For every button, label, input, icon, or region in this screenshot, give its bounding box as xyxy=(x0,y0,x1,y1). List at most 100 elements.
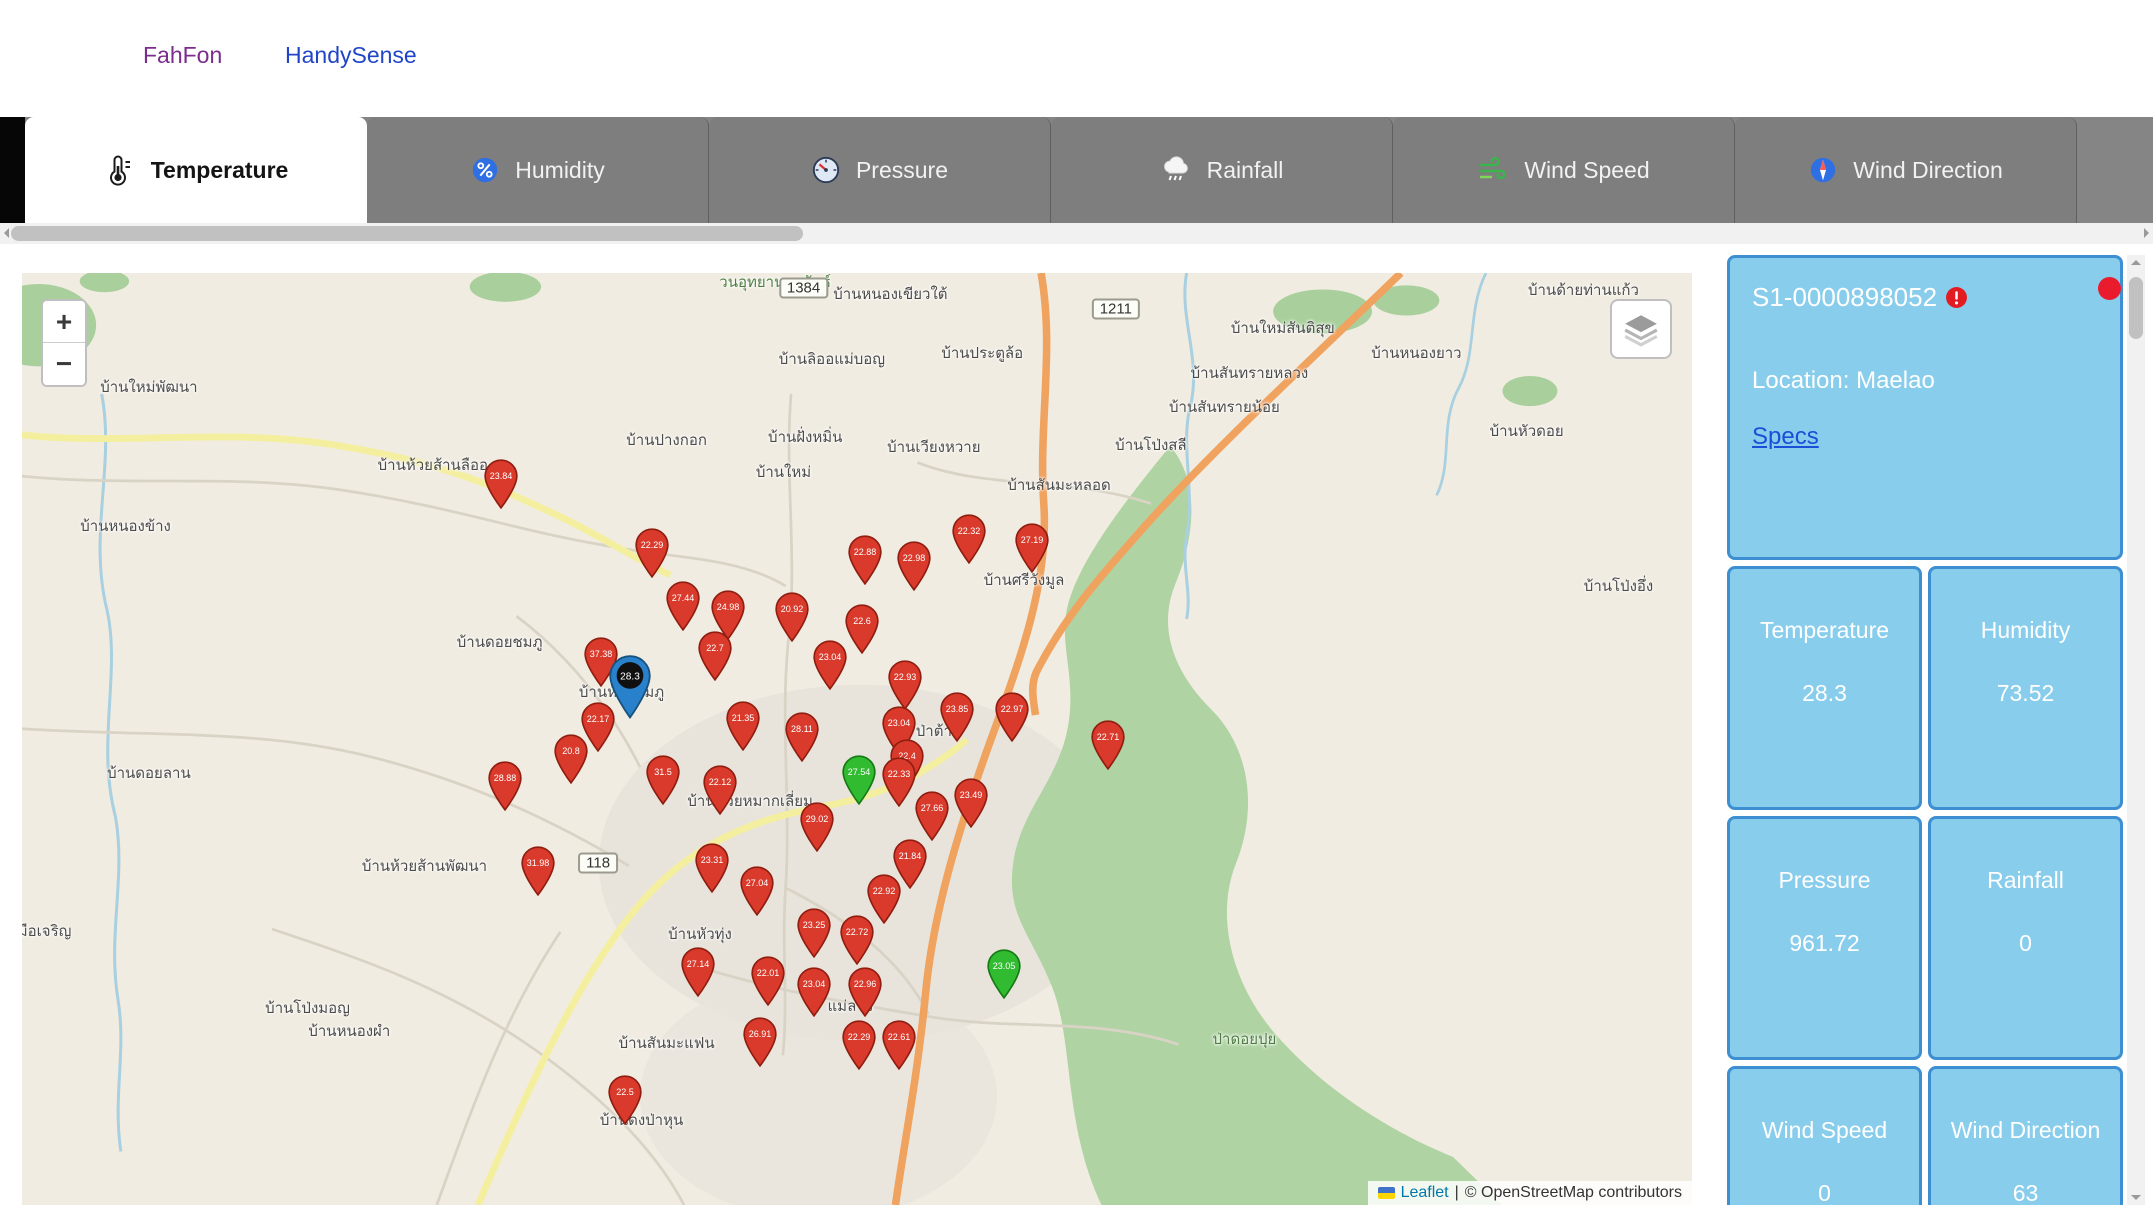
svg-text:27.04: 27.04 xyxy=(745,879,768,889)
map-marker-red[interactable]: 28.88 xyxy=(487,761,523,811)
tab-label: Humidity xyxy=(515,157,604,184)
rain-cloud-icon xyxy=(1160,154,1192,186)
vertical-scrollbar[interactable] xyxy=(2127,255,2145,1205)
map-marker-red[interactable]: 27.14 xyxy=(680,947,716,997)
metric-value: 0 xyxy=(1730,1180,1919,1205)
map-marker-red[interactable]: 21.35 xyxy=(725,701,761,751)
map-marker-red[interactable]: 20.92 xyxy=(774,592,810,642)
tab-rainfall[interactable]: Rainfall xyxy=(1051,117,1393,223)
tab-wind-speed[interactable]: Wind Speed xyxy=(1393,117,1735,223)
vertical-scrollbar-thumb[interactable] xyxy=(2129,277,2143,339)
map-marker-red[interactable]: 23.49 xyxy=(953,778,989,828)
ukraine-flag-icon xyxy=(1378,1187,1395,1199)
svg-text:22.29: 22.29 xyxy=(640,540,663,550)
map-marker-red[interactable]: 22.98 xyxy=(896,541,932,591)
svg-text:27.44: 27.44 xyxy=(672,594,695,604)
horizontal-scrollbar[interactable] xyxy=(0,223,2153,244)
svg-text:23.49: 23.49 xyxy=(959,790,982,800)
horizontal-scrollbar-thumb[interactable] xyxy=(11,226,803,241)
svg-text:24.98: 24.98 xyxy=(717,602,740,612)
map-marker-red[interactable]: 23.04 xyxy=(812,640,848,690)
map-marker-red[interactable]: 22.71 xyxy=(1090,720,1126,770)
svg-text:31.98: 31.98 xyxy=(527,858,550,868)
tab-bar-left-edge xyxy=(0,117,25,223)
metric-label: Temperature xyxy=(1730,617,1919,644)
tab-temperature[interactable]: Temperature xyxy=(25,117,367,223)
map-marker-red[interactable]: 22.29 xyxy=(634,528,670,578)
map-marker-red[interactable]: 23.04 xyxy=(796,967,832,1017)
svg-text:22.12: 22.12 xyxy=(709,777,732,787)
tab-wind-direction[interactable]: Wind Direction xyxy=(1735,117,2077,223)
svg-text:27.66: 27.66 xyxy=(921,803,944,813)
svg-text:27.19: 27.19 xyxy=(1021,536,1044,546)
zoom-out-button[interactable]: − xyxy=(43,343,85,385)
map-marker-red[interactable]: 22.7 xyxy=(697,631,733,681)
metric-value: 63 xyxy=(1931,1180,2120,1205)
map-marker-red[interactable]: 31.5 xyxy=(645,755,681,805)
map-marker-red[interactable]: 22.97 xyxy=(994,692,1030,742)
svg-text:22.7: 22.7 xyxy=(706,643,724,653)
station-location: Location: Maelao xyxy=(1752,367,2098,395)
svg-text:23.04: 23.04 xyxy=(819,652,842,662)
map-marker-red[interactable]: 22.88 xyxy=(847,535,883,585)
scroll-up-arrow-icon[interactable] xyxy=(2131,260,2141,265)
map-marker-red[interactable]: 29.02 xyxy=(799,802,835,852)
map-marker-red[interactable]: 27.19 xyxy=(1014,523,1050,573)
specs-link[interactable]: Specs xyxy=(1752,423,1819,451)
svg-text:23.25: 23.25 xyxy=(802,921,825,931)
map-marker-red[interactable]: 31.98 xyxy=(520,846,556,896)
map-marker-red[interactable]: 20.8 xyxy=(553,734,589,784)
station-id: S1-0000898052 xyxy=(1752,282,2098,313)
metric-card-humidity: Humidity73.52 xyxy=(1928,566,2123,810)
layers-control[interactable] xyxy=(1610,299,1672,359)
map-marker-red[interactable]: 22.01 xyxy=(750,956,786,1006)
metric-label: Wind Speed xyxy=(1730,1117,1919,1144)
map-marker-red[interactable]: 22.6 xyxy=(844,604,880,654)
map-marker-red[interactable]: 23.85 xyxy=(939,692,975,742)
osm-attribution-link[interactable]: © OpenStreetMap contributors xyxy=(1465,1184,1682,1202)
fahfon-brand-link[interactable]: FahFon xyxy=(143,42,222,69)
scroll-left-arrow-icon[interactable] xyxy=(4,228,9,238)
sensor-tab-bar: Temperature Humidity Pressure Rainfall Wind … xyxy=(0,117,2153,223)
svg-text:22.01: 22.01 xyxy=(757,968,780,978)
metrics-grid: Temperature28.3Humidity73.52Pressure961.… xyxy=(1727,566,2123,1205)
station-id-text: S1-0000898052 xyxy=(1752,282,1937,313)
svg-text:22.6: 22.6 xyxy=(853,616,871,626)
map-marker-red[interactable]: 22.33 xyxy=(881,757,917,807)
scroll-down-arrow-icon[interactable] xyxy=(2131,1195,2141,1200)
metric-label: Wind Direction xyxy=(1931,1117,2120,1144)
map-marker-red[interactable]: 27.44 xyxy=(665,581,701,631)
map-marker-red[interactable]: 27.04 xyxy=(739,866,775,916)
svg-text:23.04: 23.04 xyxy=(887,718,910,728)
map-marker-red[interactable]: 27.66 xyxy=(914,791,950,841)
tab-pressure[interactable]: Pressure xyxy=(709,117,1051,223)
map-marker-red[interactable]: 22.61 xyxy=(881,1020,917,1070)
layers-icon xyxy=(1622,310,1660,348)
handysense-brand-link[interactable]: HandySense xyxy=(285,42,417,69)
map-marker-red[interactable]: 22.96 xyxy=(847,967,883,1017)
map-marker-red[interactable]: 23.84 xyxy=(483,459,519,509)
map-marker-green[interactable]: 27.54 xyxy=(841,755,877,805)
map-marker-red[interactable]: 22.93 xyxy=(887,660,923,710)
leaflet-map[interactable]: วนอุทยานอาพันธ์บ้านหนองเขียวใต้บ้านด้ายท… xyxy=(22,273,1692,1205)
wind-direction-icon xyxy=(1808,155,1838,185)
zoom-in-button[interactable]: + xyxy=(43,301,85,343)
map-marker-red[interactable]: 28.11 xyxy=(784,712,820,762)
map-marker-red[interactable]: 26.91 xyxy=(742,1017,778,1067)
metric-value: 73.52 xyxy=(1931,680,2120,707)
map-marker-red[interactable]: 23.31 xyxy=(694,843,730,893)
map-marker-green[interactable]: 23.05 xyxy=(986,949,1022,999)
leaflet-link[interactable]: Leaflet xyxy=(1401,1184,1449,1202)
map-marker-red[interactable]: 22.29 xyxy=(841,1020,877,1070)
map-marker-red[interactable]: 22.32 xyxy=(951,514,987,564)
scroll-right-arrow-icon[interactable] xyxy=(2144,228,2149,238)
map-marker-red[interactable]: 22.5 xyxy=(607,1075,643,1125)
metric-card-pressure: Pressure961.72 xyxy=(1727,816,1922,1060)
map-marker-red[interactable]: 22.72 xyxy=(839,915,875,965)
svg-text:23.85: 23.85 xyxy=(946,704,969,714)
tab-label: Rainfall xyxy=(1207,157,1284,184)
map-marker-red[interactable]: 22.12 xyxy=(702,765,738,815)
selected-map-marker[interactable]: 28.3 xyxy=(607,655,653,719)
tab-humidity[interactable]: Humidity xyxy=(367,117,709,223)
map-marker-red[interactable]: 23.25 xyxy=(796,908,832,958)
